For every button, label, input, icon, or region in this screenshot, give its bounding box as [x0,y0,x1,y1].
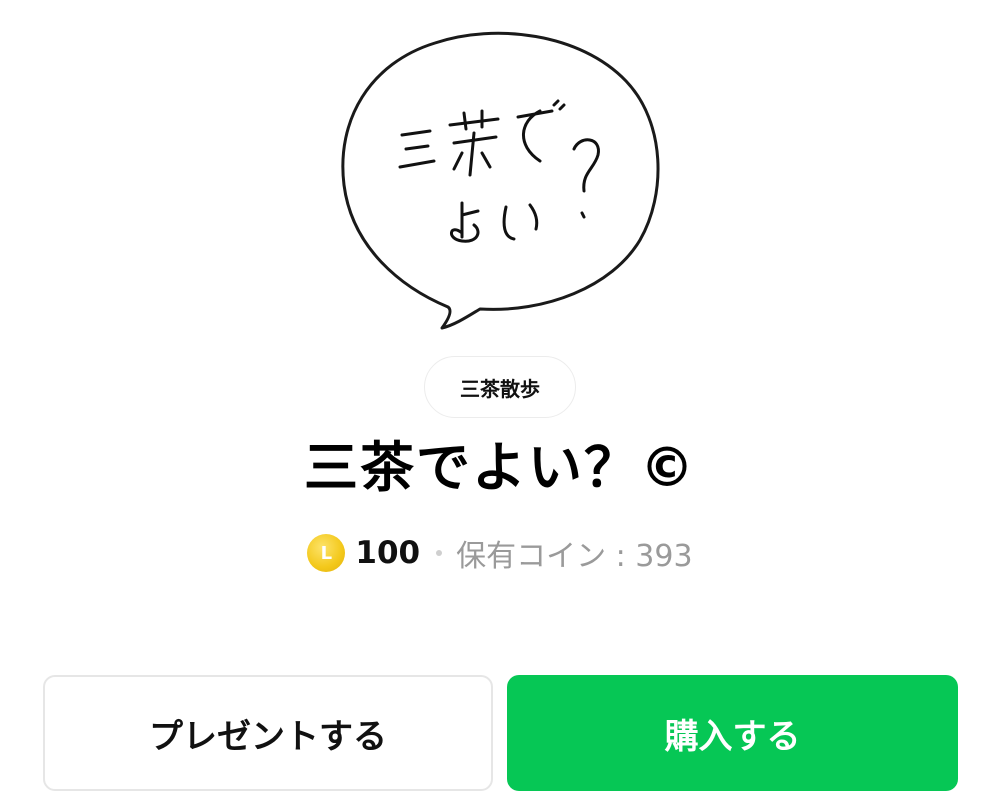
coin-symbol: L [320,542,333,564]
present-button[interactable]: プレゼントする [43,675,493,791]
author-link[interactable]: 三茶散歩 [424,356,576,418]
price-row: L 100 保有コイン : 393 [0,528,1000,578]
buy-button[interactable]: 購入する [507,675,958,791]
separator-dot [436,550,443,556]
owned-coins: 保有コイン : 393 [456,539,693,574]
buy-button-label: 購入する [664,716,801,757]
line-coin-icon: L [307,534,346,572]
product-title: 三茶でよい？© [304,436,696,499]
present-button-label: プレゼントする [149,716,387,757]
price-amount: 100 [355,535,421,571]
sticker-detail-page: 三茶散歩 三茶でよい？© L 100 保有コイン : 393 プレゼントする 購… [0,0,1000,805]
author-name: 三茶散歩 [460,376,540,401]
sticker-preview-image[interactable] [330,25,670,335]
speech-bubble-sticker [341,31,660,330]
